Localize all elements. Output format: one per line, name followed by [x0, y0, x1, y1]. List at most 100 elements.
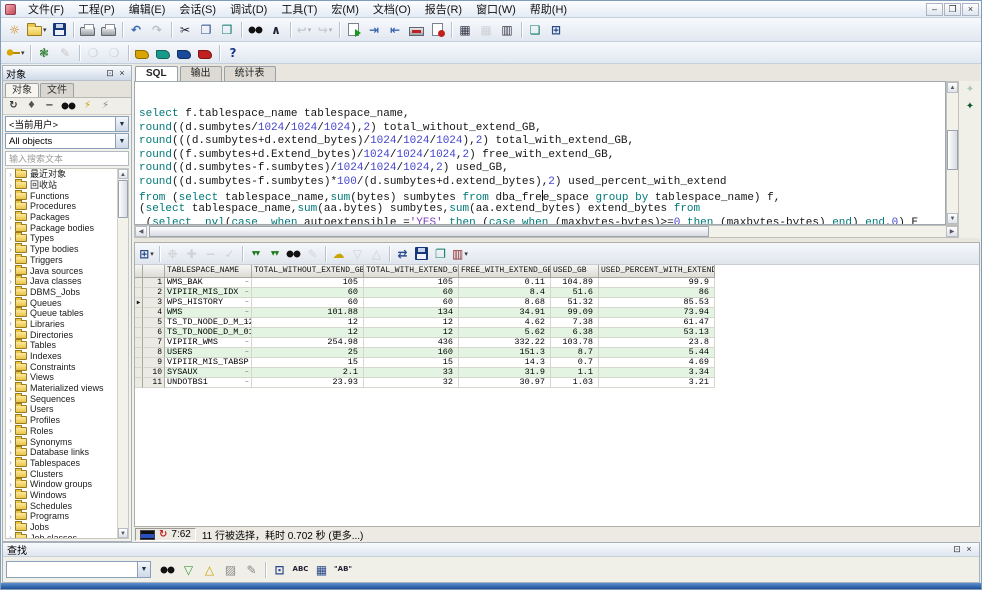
cell-value[interactable]: 60 [252, 288, 364, 298]
object-filter-combo[interactable]: All objects ▼ [5, 133, 129, 149]
cell-value[interactable]: 73.94 [599, 308, 715, 318]
macro-pause-icon[interactable]: ▦ [476, 20, 497, 39]
object-search-input[interactable]: 输入搜索文本 [5, 151, 129, 166]
tree-item[interactable]: ›Profiles [6, 415, 128, 426]
tree-item[interactable]: ›Schedules [6, 500, 128, 511]
cell-value[interactable]: 32 [364, 378, 459, 388]
cell-tablespace-name[interactable]: WMS‒ [165, 308, 252, 318]
tree-item[interactable]: ›Functions [6, 190, 128, 201]
find-grid-icon[interactable] [284, 245, 303, 262]
layout-icon[interactable]: ⊞ [546, 20, 567, 39]
tree-item[interactable]: ›Window groups [6, 479, 128, 490]
macro-play-icon[interactable]: ▦ [455, 20, 476, 39]
menu-item-3[interactable]: 编辑(E) [122, 0, 173, 18]
cell-value[interactable]: 85.53 [599, 298, 715, 308]
cell-ellipsis-icon[interactable]: ‒ [245, 358, 249, 367]
cell-value[interactable]: 14.3 [459, 358, 551, 368]
scroll-down-icon[interactable]: ▼ [118, 528, 128, 538]
in-selection-icon[interactable]: ⊡ [269, 560, 290, 579]
table-row[interactable]: 6TS_TD_NODE_D_M_01‒12125.626.3853.13 [135, 328, 715, 338]
scroll-down-icon[interactable]: ▼ [947, 213, 958, 224]
expand-icon[interactable]: › [6, 330, 15, 339]
tree-item[interactable]: ›Tables [6, 340, 128, 351]
export-options-icon-dropdown[interactable]: ▾ [464, 250, 468, 258]
cell-value[interactable]: 436 [364, 338, 459, 348]
chevron-down-icon[interactable]: ▼ [115, 134, 128, 148]
menu-item-1[interactable]: 文件(F) [21, 0, 71, 18]
tree-item[interactable]: ›Triggers [6, 255, 128, 266]
column-header-FREE_WITH_EXTEND_GB[interactable]: FREE_WITH_EXTEND_GB [459, 265, 551, 278]
scroll-left-icon[interactable]: ◀ [135, 226, 147, 237]
filter-user-icon[interactable]: ♦ [23, 99, 40, 114]
tree-item[interactable]: ›最近对象 [6, 169, 128, 180]
scroll-up-icon[interactable]: ▲ [947, 82, 958, 93]
expand-icon[interactable]: › [6, 394, 15, 403]
tree-item[interactable]: ›Sequences [6, 393, 128, 404]
cell-value[interactable]: 61.47 [599, 318, 715, 328]
copy-icon[interactable]: ❐ [196, 20, 217, 39]
find-close-icon[interactable]: × [963, 544, 975, 555]
result-grid[interactable]: TABLESPACE_NAMETOTAL_WITHOUT_EXTEND_GBTO… [135, 265, 715, 388]
find-prev-up-icon[interactable]: △ [199, 560, 220, 579]
expand-icon[interactable]: › [6, 426, 15, 435]
cell-ellipsis-icon[interactable]: ‒ [245, 288, 249, 297]
tab-统计表[interactable]: 统计表 [224, 66, 276, 81]
cell-tablespace-name[interactable]: TS_TD_NODE_D_M_01‒ [165, 328, 252, 338]
expand-icon[interactable]: › [6, 384, 15, 393]
table-row[interactable]: 1WMS_BAK‒1051050.11104.8999.9 [135, 278, 715, 288]
cell-value[interactable]: 5.62 [459, 328, 551, 338]
find-next-down-icon[interactable]: ▽ [178, 560, 199, 579]
table-row[interactable]: 5TS_TD_NODE_D_M_12‒12124.627.3861.47 [135, 318, 715, 328]
outdent-icon[interactable]: ⇤ [385, 20, 406, 39]
find-text-combo[interactable]: ▼ [6, 561, 151, 578]
expand-icon[interactable]: › [6, 512, 15, 521]
expand-icon[interactable]: › [6, 202, 15, 211]
cell-value[interactable]: 3.34 [599, 368, 715, 378]
expand-icon[interactable]: › [6, 181, 15, 190]
expand-icon[interactable]: › [6, 405, 15, 414]
cell-value[interactable]: 12 [252, 328, 364, 338]
cell-value[interactable]: 31.9 [459, 368, 551, 378]
auto-refresh-icon[interactable]: ↻ [159, 529, 167, 540]
print-options-icon[interactable] [98, 20, 119, 39]
cell-value[interactable]: 23.93 [252, 378, 364, 388]
expand-icon[interactable]: › [6, 170, 15, 179]
cell-value[interactable]: 33 [364, 368, 459, 378]
whole-word-icon[interactable]: ABC [290, 560, 311, 579]
open-icon[interactable]: ▾ [25, 20, 49, 39]
tree-item[interactable]: ›Materialized views [6, 383, 128, 394]
cell-tablespace-name[interactable]: USERS‒ [165, 348, 252, 358]
case-sensitive-icon[interactable]: ▦ [311, 560, 332, 579]
cell-value[interactable]: 254.98 [252, 338, 364, 348]
scroll-up-icon[interactable]: ▲ [118, 169, 128, 179]
compare2-icon[interactable]: ❍ [104, 43, 125, 62]
back-icon-dropdown[interactable]: ▾ [308, 26, 312, 34]
cell-value[interactable]: 23.8 [599, 338, 715, 348]
cell-value[interactable]: 99.9 [599, 278, 715, 288]
insert-row-icon[interactable]: ✚ [182, 245, 201, 262]
expand-icon[interactable]: › [6, 362, 15, 371]
expand-icon[interactable]: › [6, 480, 15, 489]
cell-tablespace-name[interactable]: WMS_BAK‒ [165, 278, 252, 288]
expand-icon[interactable]: › [6, 490, 15, 499]
cell-value[interactable]: 0.11 [459, 278, 551, 288]
new-icon[interactable]: ☼ [4, 20, 25, 39]
sort-asc-icon[interactable]: △ [367, 245, 386, 262]
expand-icon[interactable]: › [6, 501, 15, 510]
expand-icon[interactable]: › [6, 437, 15, 446]
edit-find-icon[interactable]: ✎ [241, 560, 262, 579]
cell-tablespace-name[interactable]: VIPIIR_WMS‒ [165, 338, 252, 348]
expand-icon[interactable]: › [6, 319, 15, 328]
expand-icon[interactable]: › [6, 523, 15, 532]
delete-row-icon[interactable]: − [201, 245, 220, 262]
expand-icon[interactable]: › [6, 255, 15, 264]
back-icon[interactable]: ↩▾ [294, 20, 315, 39]
tree-item[interactable]: ›Views [6, 372, 128, 383]
tree-item[interactable]: ›Database links [6, 447, 128, 458]
menu-item-9[interactable]: 报告(R) [418, 0, 469, 18]
session-teal-icon[interactable] [153, 43, 174, 62]
tree-item[interactable]: ›Programs [6, 511, 128, 522]
cell-value[interactable]: 30.97 [459, 378, 551, 388]
menu-item-4[interactable]: 会话(S) [172, 0, 223, 18]
find-dock-icon[interactable]: ⊡ [951, 544, 963, 555]
